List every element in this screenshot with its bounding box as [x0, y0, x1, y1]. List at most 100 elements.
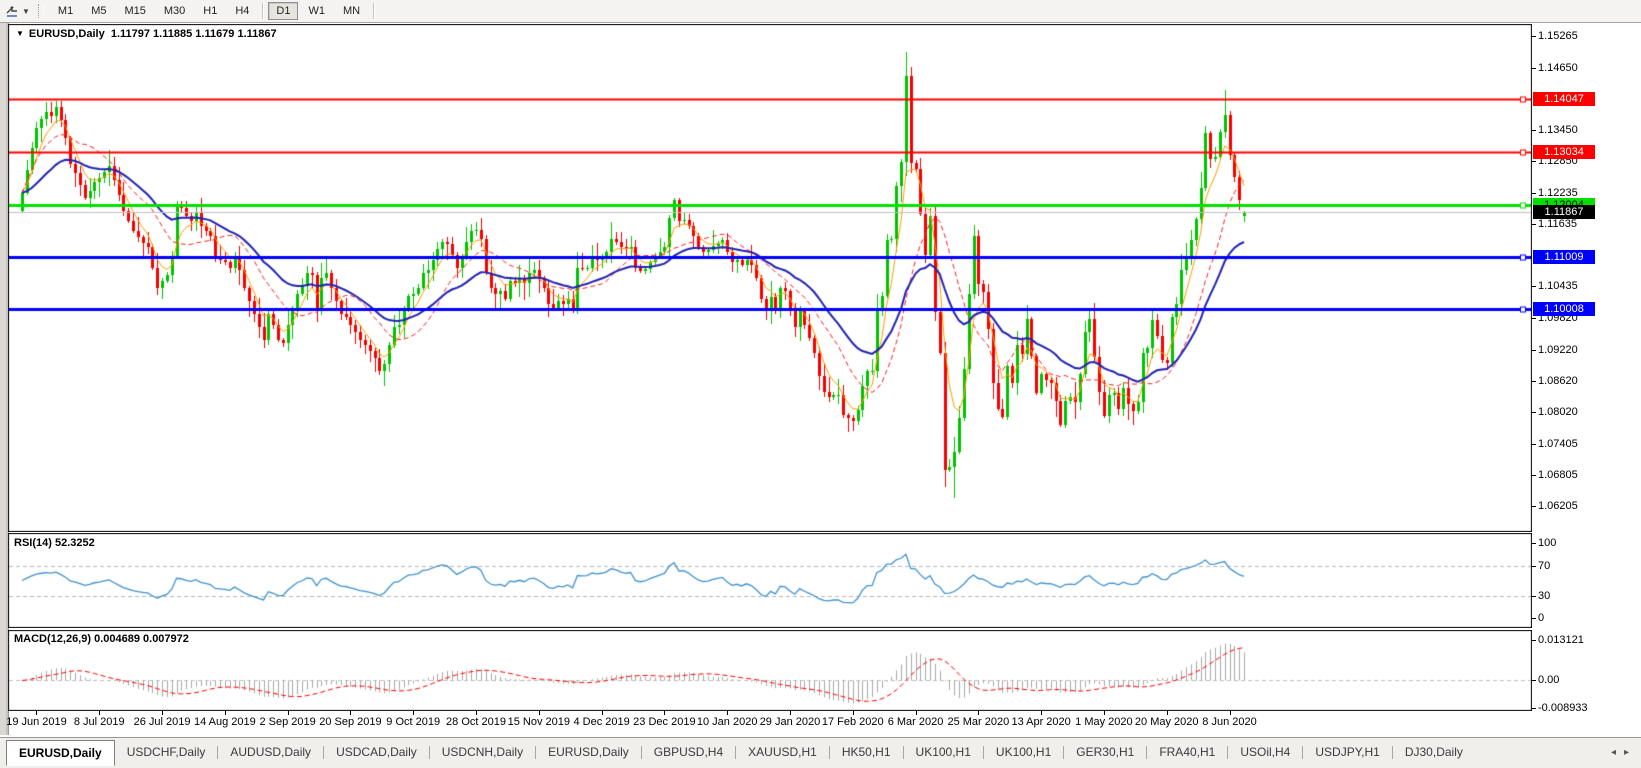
hline-price-label: 1.13034: [1533, 144, 1595, 159]
chart-tab-uk100-h1[interactable]: UK100,H1: [904, 740, 983, 764]
rsi-indicator-canvas[interactable]: [8, 533, 1532, 628]
chart-tab-usdjpy-h1[interactable]: USDJPY,H1: [1303, 740, 1391, 764]
date-tick-mark: [1229, 711, 1231, 715]
date-label: 28 Oct 2019: [446, 716, 506, 728]
chart-symbol-label: EURUSD,Daily: [28, 28, 105, 40]
toolbar-separator: [373, 3, 375, 19]
date-tick-mark: [162, 711, 164, 715]
timeframe-button-m15[interactable]: M15: [116, 2, 153, 20]
date-tick-mark: [413, 711, 415, 715]
trading-terminal: ▼ M1 M5 M15 M30 H1 H4 D1 W1 MN ▼ EURUSD,Daily 1.1…: [0, 0, 1641, 768]
timeframe-button-h1[interactable]: H1: [195, 2, 225, 20]
price-chart-canvas[interactable]: [8, 24, 1532, 532]
date-tick-mark: [350, 711, 352, 715]
macd-indicator-canvas[interactable]: [8, 630, 1532, 711]
date-tick-mark: [99, 711, 101, 715]
price-tick-label: 1.15265: [1538, 29, 1578, 42]
timeframe-button-d1[interactable]: D1: [268, 2, 299, 20]
chart-tab-audusd-daily[interactable]: AUDUSD,Daily: [218, 740, 323, 764]
macd-label: MACD(12,26,9) 0.004689 0.007972: [14, 633, 189, 645]
date-tick-mark: [287, 711, 289, 715]
price-tick-label: 1.06205: [1538, 499, 1578, 512]
chart-tab-ger30-h1[interactable]: GER30,H1: [1064, 740, 1146, 764]
date-label: 8 Jul 2019: [73, 716, 125, 728]
axis-tick-mark: [1532, 35, 1536, 37]
date-label: 8 Jun 2020: [1202, 716, 1257, 728]
date-tick-mark: [1103, 711, 1105, 715]
timeframe-button-m1[interactable]: M1: [50, 2, 81, 20]
timeframe-button-w1[interactable]: W1: [300, 2, 333, 20]
axis-tick-mark: [1532, 640, 1536, 641]
price-tick-label: 1.10435: [1538, 280, 1578, 293]
axis-tick-mark: [1532, 565, 1536, 567]
price-tick-label: 1.09220: [1538, 343, 1578, 356]
chart-tab-dj30-daily[interactable]: DJ30,Daily: [1393, 740, 1475, 764]
chart-tab-gbpusd-h4[interactable]: GBPUSD,H4: [642, 740, 735, 764]
chart-shift-icon[interactable]: [3, 3, 21, 19]
chevron-down-icon[interactable]: ▼: [22, 7, 30, 16]
current-price-label: 1.11867: [1533, 205, 1595, 220]
timeframe-button-h4[interactable]: H4: [227, 2, 257, 20]
axis-tick-mark: [1532, 286, 1536, 288]
date-tick-mark: [727, 711, 729, 715]
date-tick-mark: [538, 711, 540, 715]
date-label: 17 Feb 2020: [821, 716, 884, 728]
price-tick-label: 1.06805: [1538, 468, 1578, 481]
date-tick-mark: [224, 711, 226, 715]
axis-tick-mark: [1532, 543, 1536, 544]
hline-price-label: 1.10008: [1533, 301, 1595, 316]
price-tick-label: 1.13450: [1538, 124, 1578, 137]
chart-tab-eurusd-daily[interactable]: EURUSD,Daily: [6, 740, 115, 766]
toolbar-grip[interactable]: [37, 4, 44, 18]
axis-tick-mark: [1532, 380, 1536, 382]
axis-tick-mark: [1532, 505, 1536, 507]
axis-tick-mark: [1532, 349, 1536, 351]
price-tick-label: 1.07405: [1538, 437, 1578, 450]
tab-scroll-left-icon[interactable]: ◂: [1607, 747, 1620, 758]
date-label: 9 Oct 2019: [386, 716, 441, 728]
date-tick-mark: [852, 711, 854, 715]
axis-tick-mark: [1532, 224, 1536, 226]
axis-tick-mark: [1532, 411, 1536, 413]
symbol-dropdown-icon[interactable]: ▼: [16, 29, 24, 38]
date-label: 1 May 2020: [1075, 716, 1133, 728]
chart-tab-usdchf-daily[interactable]: USDCHF,Daily: [115, 740, 218, 764]
chart-tab-uk100-h1[interactable]: UK100,H1: [984, 740, 1063, 764]
date-label: 19 Jun 2019: [6, 716, 67, 728]
chart-ohlc-values: 1.11797 1.11885 1.11679 1.11867: [110, 28, 277, 40]
timeframe-button-mn[interactable]: MN: [335, 2, 368, 20]
axis-tick-mark: [1532, 474, 1536, 476]
chart-tab-usoil-h4[interactable]: USOil,H4: [1228, 740, 1302, 764]
axis-tick-mark: [1532, 680, 1536, 682]
date-tick-mark: [1041, 711, 1043, 715]
chart-tab-fra40-h1[interactable]: FRA40,H1: [1147, 740, 1227, 764]
chart-tab-usdcnh-daily[interactable]: USDCNH,Daily: [430, 740, 535, 764]
rsi-tick-label: 70: [1538, 559, 1551, 572]
timeframe-button-m5[interactable]: M5: [83, 2, 114, 20]
macd-tick-label: -0.008933: [1538, 702, 1588, 714]
price-tick-label: 1.08020: [1538, 405, 1578, 418]
date-label: 13 Apr 2020: [1011, 716, 1071, 728]
date-tick-mark: [915, 711, 917, 715]
price-tick-label: 1.08620: [1538, 374, 1578, 387]
chart-tab-hk50-h1[interactable]: HK50,H1: [830, 740, 903, 764]
date-tick-mark: [601, 711, 603, 715]
date-label: 23 Dec 2019: [633, 716, 696, 728]
timeframe-button-m30[interactable]: M30: [156, 2, 193, 20]
chart-tab-usdcad-daily[interactable]: USDCAD,Daily: [324, 740, 429, 764]
date-label: 25 Mar 2020: [947, 716, 1010, 728]
rsi-tick-label: 100: [1538, 537, 1557, 549]
axis-tick-mark: [1532, 595, 1536, 597]
date-tick-mark: [978, 711, 980, 715]
price-tick-label: 1.14650: [1538, 61, 1578, 74]
chart-tab-bar: EURUSD,Daily USDCHF,Daily AUDUSD,Daily USDC…: [0, 737, 1641, 768]
chart-title: ▼ EURUSD,Daily 1.11797 1.11885 1.11679 1.…: [16, 28, 277, 40]
date-label: 10 Jan 2020: [696, 716, 758, 728]
date-label: 29 Jan 2020: [759, 716, 821, 728]
date-tick-mark: [789, 711, 791, 715]
axis-tick-mark: [1532, 318, 1536, 320]
tab-scroll-right-icon[interactable]: ▸: [1620, 747, 1633, 758]
chart-tab-eurusd-daily[interactable]: EURUSD,Daily: [536, 740, 641, 764]
chart-tab-xauusd-h1[interactable]: XAUUSD,H1: [736, 740, 829, 764]
rsi-tick-label: 0: [1538, 612, 1545, 624]
